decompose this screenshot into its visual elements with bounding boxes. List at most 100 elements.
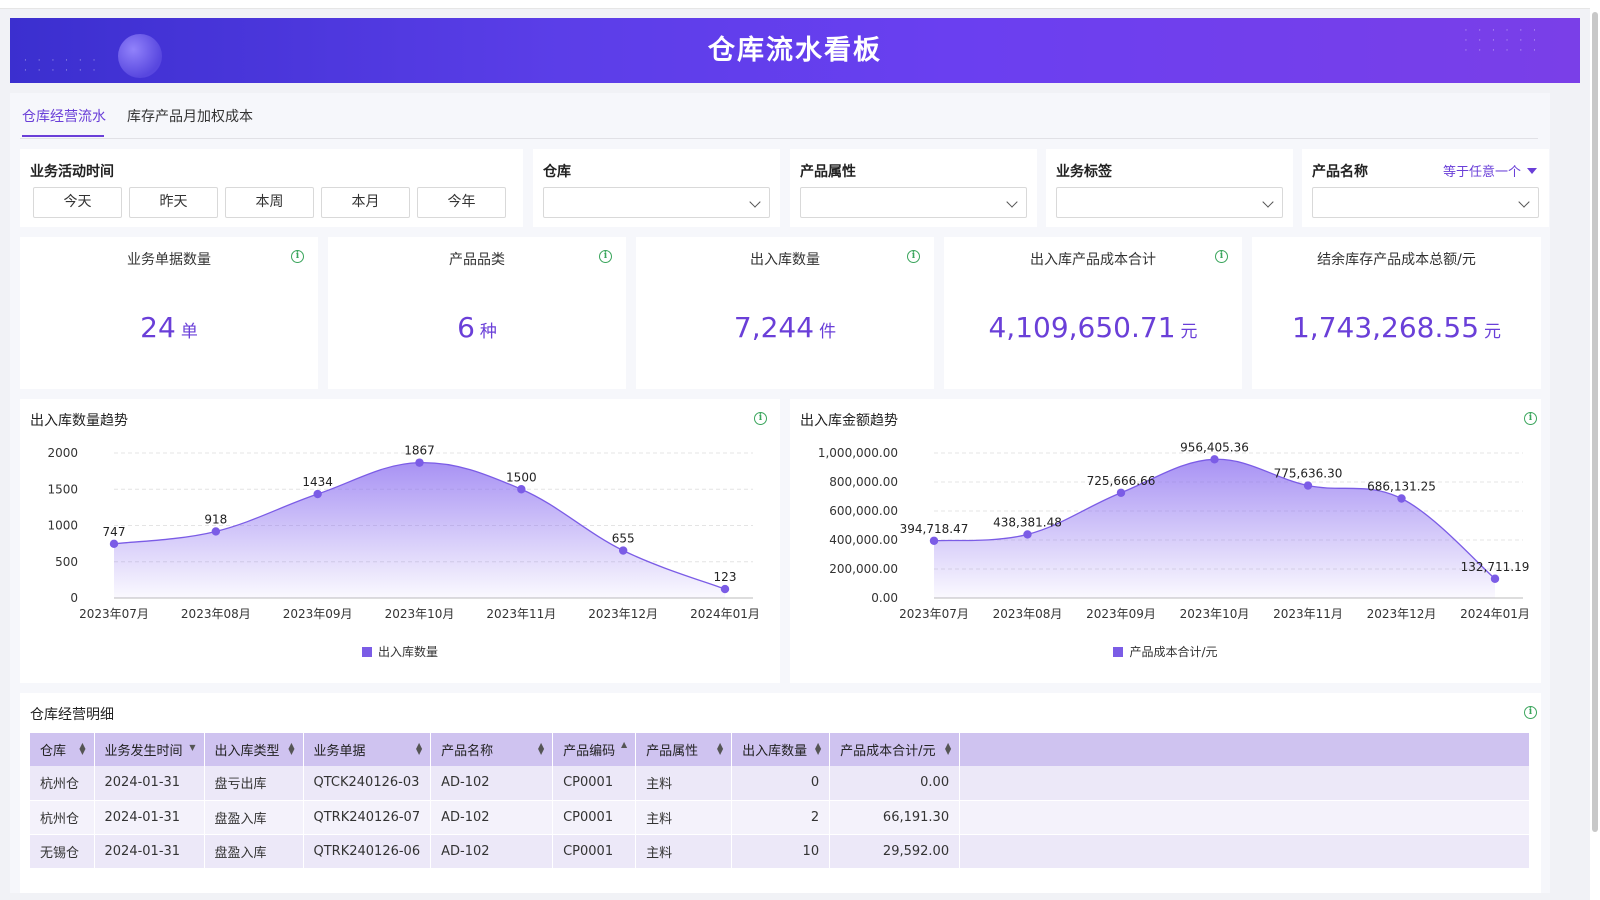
column-header-time[interactable]: 业务发生时间 ▼ xyxy=(94,733,205,766)
y-tick-label: 1,000,000.00 xyxy=(818,446,898,460)
kpi-title: 产品品类 xyxy=(449,252,505,268)
biz-tag-select[interactable] xyxy=(1056,187,1283,218)
match-mode-dropdown[interactable]: 等于任意一个 xyxy=(1443,161,1537,180)
filter-time: 业务活动时间 今天 昨天 本周 本月 今年 xyxy=(20,149,523,227)
kpi-title: 出入库产品成本合计 xyxy=(1030,252,1156,268)
sort-desc-icon[interactable]: ▼ xyxy=(189,744,195,752)
data-point xyxy=(109,539,119,549)
detail-table-card: 仓库经营明细 i 仓库 ▲ ▼ 业务发生时间 ▼ 出入库类型 ▲ ▼ 业务单据 ▲ ▼ 产品名… xyxy=(20,693,1541,893)
chevron-down-icon xyxy=(1262,196,1274,208)
kpi-value: 4,109,650.71 元 xyxy=(944,311,1242,344)
kpi-value: 24 单 xyxy=(20,311,318,344)
sort-icon[interactable]: ▲ ▼ xyxy=(288,742,294,756)
kpi-number: 1,743,268.55 xyxy=(1291,311,1480,344)
info-icon[interactable]: i xyxy=(1524,706,1537,719)
kpi-unit: 种 xyxy=(479,322,497,342)
info-icon[interactable]: i xyxy=(599,250,612,263)
sort-asc-icon[interactable]: ▲ xyxy=(621,741,627,749)
kpi-unit: 元 xyxy=(1180,322,1198,342)
tab-monthly-weighted-cost[interactable]: 库存产品月加权成本 xyxy=(127,106,253,126)
y-tick-label: 200,000.00 xyxy=(829,562,898,576)
kpi-unit: 单 xyxy=(180,322,198,342)
info-icon[interactable]: i xyxy=(291,250,304,263)
sort-icon[interactable]: ▲ ▼ xyxy=(416,742,422,756)
table-row[interactable]: 无锡仓 2024-01-31 盘盈入库 QTRK240126-06 AD-102… xyxy=(30,834,1530,869)
filter-label: 仓库 xyxy=(543,164,571,180)
x-tick-label: 2023年09月 xyxy=(1086,607,1156,621)
table-row[interactable]: 杭州仓 2024-01-31 盘盈入库 QTRK240126-07 AD-102… xyxy=(30,800,1530,835)
kpi-title: 结余库存产品成本总额/元 xyxy=(1317,252,1476,268)
today-button[interactable]: 今天 xyxy=(33,187,122,218)
chevron-down-icon xyxy=(749,196,761,208)
kpi-value: 7,244 件 xyxy=(636,311,934,344)
kpi-title: 出入库数量 xyxy=(750,252,820,268)
sort-icon[interactable]: ▲ ▼ xyxy=(815,742,821,756)
chart-legend[interactable]: 产品成本合计/元 xyxy=(790,643,1541,660)
cell-warehouse: 杭州仓 xyxy=(30,800,95,835)
yesterday-button[interactable]: 昨天 xyxy=(129,187,218,218)
amount-trend-chart: 0.00 200,000.00 400,000.00 600,000.00 800,00… xyxy=(818,440,1530,621)
active-tab-indicator xyxy=(22,135,104,137)
sort-icon[interactable]: ▲ ▼ xyxy=(717,742,723,756)
filter-product-attr: 产品属性 xyxy=(790,149,1037,227)
info-icon[interactable]: i xyxy=(907,250,920,263)
x-tick-label: 2024年01月 xyxy=(690,607,760,621)
cell-warehouse: 杭州仓 xyxy=(30,766,95,801)
data-point xyxy=(1397,494,1406,503)
info-icon[interactable]: i xyxy=(1215,250,1228,263)
warehouse-select[interactable] xyxy=(543,187,770,218)
this-year-button[interactable]: 今年 xyxy=(417,187,506,218)
column-header-cost[interactable]: 产品成本合计/元 ▲ ▼ xyxy=(829,733,961,766)
cell-quantity: 2 xyxy=(731,800,831,835)
chart-card-quantity: 出入库数量趋势 i 0 500 1000 1500 2000 2023年07月 2023年0… xyxy=(20,399,780,683)
this-week-button[interactable]: 本周 xyxy=(225,187,314,218)
kpi-card-categories: 产品品类 i 6种 xyxy=(328,237,626,389)
column-header-document[interactable]: 业务单据 ▲ ▼ xyxy=(303,733,432,766)
scrollbar-thumb[interactable] xyxy=(1592,12,1598,832)
data-point xyxy=(1490,574,1500,583)
sort-icon[interactable]: ▲ ▼ xyxy=(538,742,544,756)
column-header-product-code[interactable]: 产品编码 ▲ xyxy=(552,733,637,766)
kpi-number: 4,109,650.71 xyxy=(988,311,1176,344)
page-scrollbar[interactable] xyxy=(1590,0,1600,900)
y-tick-label: 800,000.00 xyxy=(829,475,898,489)
sort-icon[interactable]: ▲ ▼ xyxy=(945,742,951,756)
x-tick-label: 2023年11月 xyxy=(486,607,556,621)
kpi-card-doc-count: 业务单据数量 i 24 单 xyxy=(20,237,318,389)
table-title: 仓库经营明细 xyxy=(30,707,114,723)
table-row[interactable]: 杭州仓 2024-01-31 盘亏出库 QTCK240126-03 AD-102… xyxy=(30,766,1530,801)
cell-product-code: CP0001 xyxy=(552,800,637,835)
cell-warehouse: 无锡仓 xyxy=(30,834,95,869)
column-header-product-attr[interactable]: 产品属性 ▲ ▼ xyxy=(635,733,733,766)
cell-cost: 29,592.00 xyxy=(829,834,961,869)
tab-warehouse-flow[interactable]: 仓库经营流水 xyxy=(22,106,106,126)
kpi-value: 1,743,268.55 元 xyxy=(1252,311,1541,344)
cell-document: QTCK240126-03 xyxy=(303,766,432,801)
data-label: 725,666.66 xyxy=(1087,474,1156,488)
data-point xyxy=(313,489,322,499)
column-header-quantity[interactable]: 出入库数量 ▲ ▼ xyxy=(731,733,831,766)
sort-icon[interactable]: ▲ ▼ xyxy=(79,742,85,756)
cell-product-code: CP0001 xyxy=(552,834,637,869)
product-attr-select[interactable] xyxy=(800,187,1027,218)
series-area xyxy=(114,462,725,598)
column-header-product-name[interactable]: 产品名称 ▲ ▼ xyxy=(430,733,554,766)
data-point xyxy=(211,527,221,536)
data-point xyxy=(1210,455,1219,464)
y-tick-label: 1000 xyxy=(47,519,78,533)
this-month-button[interactable]: 本月 xyxy=(321,187,410,218)
cell-type: 盘亏出库 xyxy=(204,766,304,801)
product-name-select[interactable] xyxy=(1312,187,1539,218)
filter-label: 产品名称 xyxy=(1312,164,1368,180)
kpi-number: 24 xyxy=(140,311,176,344)
filter-label: 业务标签 xyxy=(1056,164,1112,180)
chart-legend[interactable]: 出入库数量 xyxy=(20,643,780,660)
data-point xyxy=(1023,530,1032,539)
x-tick-label: 2023年07月 xyxy=(79,607,149,621)
cell-time: 2024-01-31 xyxy=(94,834,205,869)
column-header-type[interactable]: 出入库类型 ▲ ▼ xyxy=(204,733,304,766)
column-header-warehouse[interactable]: 仓库 ▲ ▼ xyxy=(30,733,95,766)
x-tick-label: 2023年07月 xyxy=(899,607,969,621)
kpi-title: 业务单据数量 xyxy=(127,252,211,268)
legend-label: 出入库数量 xyxy=(377,645,438,659)
